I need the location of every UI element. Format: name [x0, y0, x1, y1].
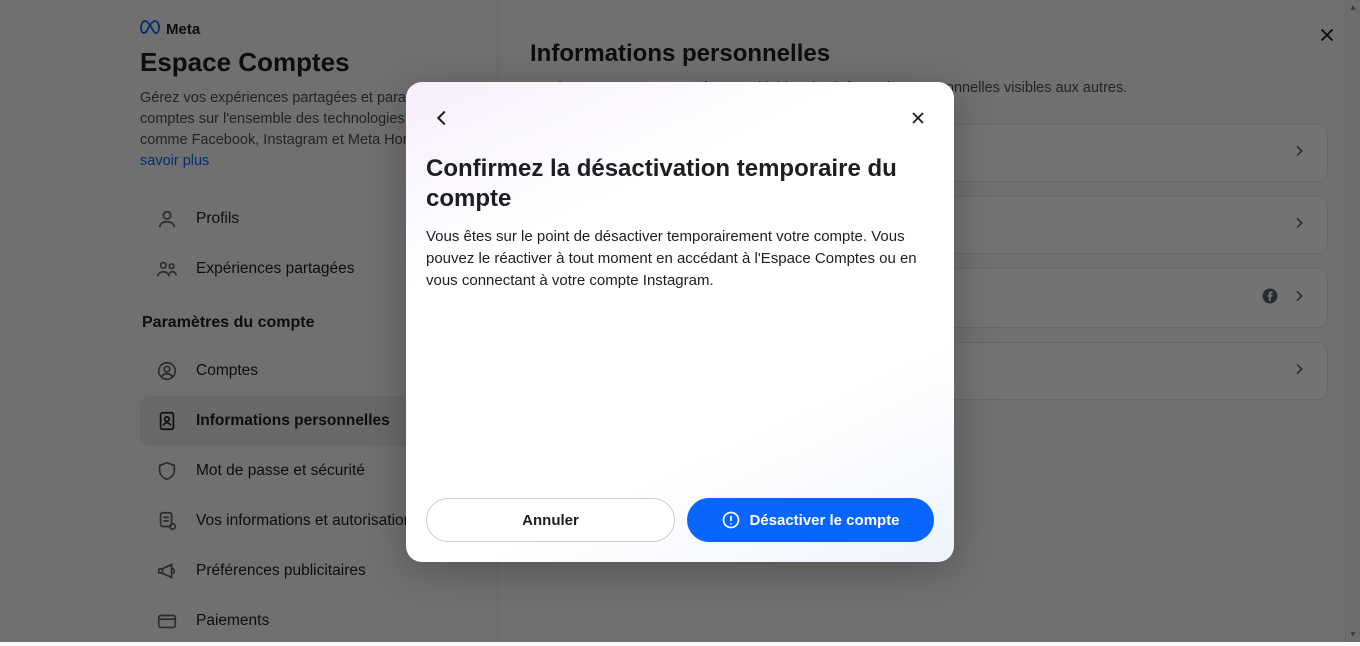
confirm-deactivation-modal: Confirmez la désactivation temporaire du… [406, 82, 954, 562]
deactivate-button-label: Désactiver le compte [749, 512, 899, 529]
alert-circle-icon [721, 510, 741, 530]
modal-close-button[interactable] [902, 102, 934, 134]
chevron-left-icon [431, 107, 453, 129]
cancel-button[interactable]: Annuler [426, 498, 675, 542]
modal-actions: Annuler Désactiver le compte [426, 478, 934, 542]
cancel-button-label: Annuler [522, 512, 579, 529]
deactivate-account-button[interactable]: Désactiver le compte [687, 498, 934, 542]
modal-title: Confirmez la désactivation temporaire du… [426, 154, 934, 214]
modal-overlay: Confirmez la désactivation temporaire du… [0, 0, 1360, 642]
modal-back-button[interactable] [426, 102, 458, 134]
modal-body-text: Vous êtes sur le point de désactiver tem… [426, 226, 934, 291]
close-icon [908, 108, 928, 128]
modal-header [426, 102, 934, 134]
